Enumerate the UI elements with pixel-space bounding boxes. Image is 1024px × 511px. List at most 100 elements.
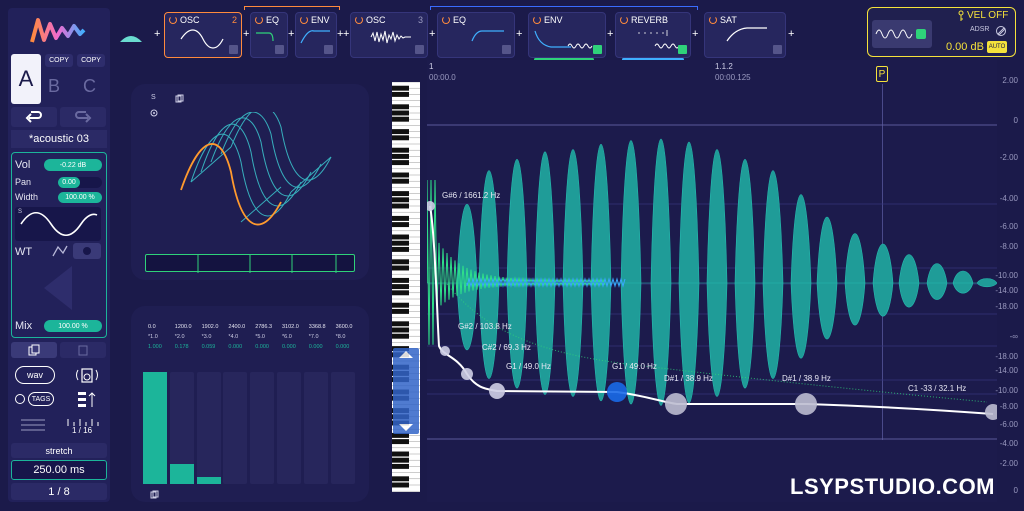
pitch-node[interactable]	[665, 393, 687, 415]
snapshot-b-button[interactable]: B	[48, 76, 60, 97]
module-menu-icon[interactable]	[773, 45, 782, 54]
piano-black-key[interactable]	[392, 135, 409, 141]
wt-record-toggle[interactable]	[73, 243, 101, 259]
power-icon[interactable]	[709, 16, 717, 24]
play-triangle-icon[interactable]	[44, 266, 72, 310]
copy-clip-button[interactable]	[11, 342, 57, 358]
pitch-node[interactable]	[427, 201, 435, 211]
module-menu-icon[interactable]	[229, 45, 238, 54]
piano-black-key[interactable]	[392, 91, 409, 97]
tags-toggle[interactable]: TAGS	[15, 392, 55, 408]
module-menu-icon[interactable]	[593, 45, 602, 54]
piano-black-key[interactable]	[392, 265, 409, 271]
undo-button[interactable]	[11, 107, 57, 127]
piano-black-key[interactable]	[392, 116, 409, 122]
pitch-node[interactable]	[607, 382, 627, 402]
piano-black-key[interactable]	[392, 234, 409, 240]
snapshot-c-button[interactable]: C	[83, 76, 96, 97]
pitch-node[interactable]	[489, 383, 505, 399]
power-icon[interactable]	[442, 16, 450, 24]
add-module-plus[interactable]: +	[607, 28, 613, 40]
fraction-field[interactable]: 1 / 8	[11, 483, 107, 500]
grid-selector[interactable]: 1 / 16	[64, 414, 106, 438]
copy-button-1[interactable]: COPY	[45, 54, 73, 67]
module-eq-1[interactable]: EQ	[250, 12, 288, 58]
module-menu-icon[interactable]	[324, 45, 333, 54]
power-icon[interactable]	[300, 16, 308, 24]
tags-button[interactable]: TAGS	[28, 392, 54, 406]
power-icon[interactable]	[533, 16, 541, 24]
pitch-node[interactable]	[461, 368, 473, 380]
preset-name[interactable]: *acoustic 03	[11, 130, 107, 148]
pitch-node[interactable]	[985, 404, 997, 420]
piano-black-key[interactable]	[392, 222, 409, 228]
piano-black-key[interactable]	[392, 85, 409, 91]
add-module-plus[interactable]: +	[154, 28, 160, 40]
harmonic-bar-slot[interactable]	[196, 372, 221, 484]
piano-black-key[interactable]	[392, 439, 409, 445]
harmonic-bar-slot[interactable]	[169, 372, 194, 484]
snapshot-a-button[interactable]: A	[11, 54, 41, 104]
time-field[interactable]: 250.00 ms	[11, 460, 107, 480]
add-module-plus[interactable]: +	[692, 28, 698, 40]
piano-black-key[interactable]	[392, 284, 409, 290]
piano-black-key[interactable]	[392, 160, 409, 166]
module-osc-2[interactable]: OSC 2	[164, 12, 242, 58]
wavetable-position-bar[interactable]	[145, 254, 355, 273]
piano-black-key[interactable]	[392, 203, 409, 209]
piano-black-key[interactable]	[392, 302, 409, 308]
power-icon[interactable]	[169, 16, 177, 24]
copy-icon[interactable]	[175, 94, 184, 103]
piano-black-key[interactable]	[392, 333, 409, 339]
piano-black-key[interactable]	[392, 147, 409, 153]
wavetable-3d-panel[interactable]: S	[131, 84, 369, 280]
piano-black-key[interactable]	[392, 476, 409, 482]
speaker-icon[interactable]	[74, 366, 100, 384]
module-menu-icon[interactable]	[502, 45, 511, 54]
redo-button[interactable]	[60, 107, 106, 127]
width-slider[interactable]: 100.00 %	[58, 192, 102, 203]
piano-black-key[interactable]	[392, 191, 409, 197]
add-module-plus[interactable]: +	[788, 28, 794, 40]
harmonic-bar-slot[interactable]	[143, 372, 167, 484]
harmonic-bar-slot[interactable]	[277, 372, 301, 484]
playhead-marker[interactable]: P	[876, 66, 888, 82]
vol-slider[interactable]: -0.22 dB	[44, 159, 102, 171]
mix-slider[interactable]: 100.00 %	[44, 320, 102, 332]
module-osc-3[interactable]: OSC 3	[350, 12, 428, 58]
module-menu-icon[interactable]	[275, 45, 284, 54]
voices-icon[interactable]	[74, 390, 100, 410]
pitch-node[interactable]	[440, 346, 450, 356]
harmonic-bar[interactable]	[169, 464, 194, 484]
power-icon[interactable]	[255, 16, 263, 24]
wt-edit-icon[interactable]	[50, 243, 70, 259]
module-sat[interactable]: SAT	[704, 12, 786, 58]
wav-export-button[interactable]: wav	[15, 366, 55, 384]
harmonic-bar[interactable]	[196, 477, 221, 484]
piano-black-key[interactable]	[392, 308, 409, 314]
power-icon[interactable]	[620, 16, 628, 24]
auto-button[interactable]: AUTO	[987, 41, 1007, 53]
piano-black-key[interactable]	[392, 110, 409, 116]
edit-pencil-icon[interactable]	[996, 25, 1007, 36]
add-module-plus[interactable]: +	[516, 28, 522, 40]
settings-gear-icon[interactable]	[149, 108, 159, 118]
module-env-1[interactable]: ENV	[295, 12, 337, 58]
add-module-plus[interactable]: +	[288, 28, 294, 40]
piano-black-key[interactable]	[392, 240, 409, 246]
lines-icon[interactable]	[20, 417, 46, 433]
module-reverb[interactable]: REVERB	[615, 12, 691, 58]
piano-black-key[interactable]	[392, 457, 409, 463]
vel-wave-display[interactable]	[872, 20, 932, 48]
piano-black-key[interactable]	[392, 451, 409, 457]
paste-clip-button[interactable]	[60, 342, 106, 358]
module-menu-icon[interactable]	[415, 45, 424, 54]
add-module-plus[interactable]: +	[243, 28, 249, 40]
piano-black-key[interactable]	[392, 172, 409, 178]
piano-black-key[interactable]	[392, 277, 409, 283]
piano-black-key[interactable]	[392, 482, 409, 488]
harmonic-bar[interactable]	[143, 372, 167, 484]
copy-button-2[interactable]: COPY	[77, 54, 105, 67]
vel-gain-value[interactable]: 0.00 dB	[946, 41, 984, 53]
harmonic-bars[interactable]	[143, 372, 357, 484]
